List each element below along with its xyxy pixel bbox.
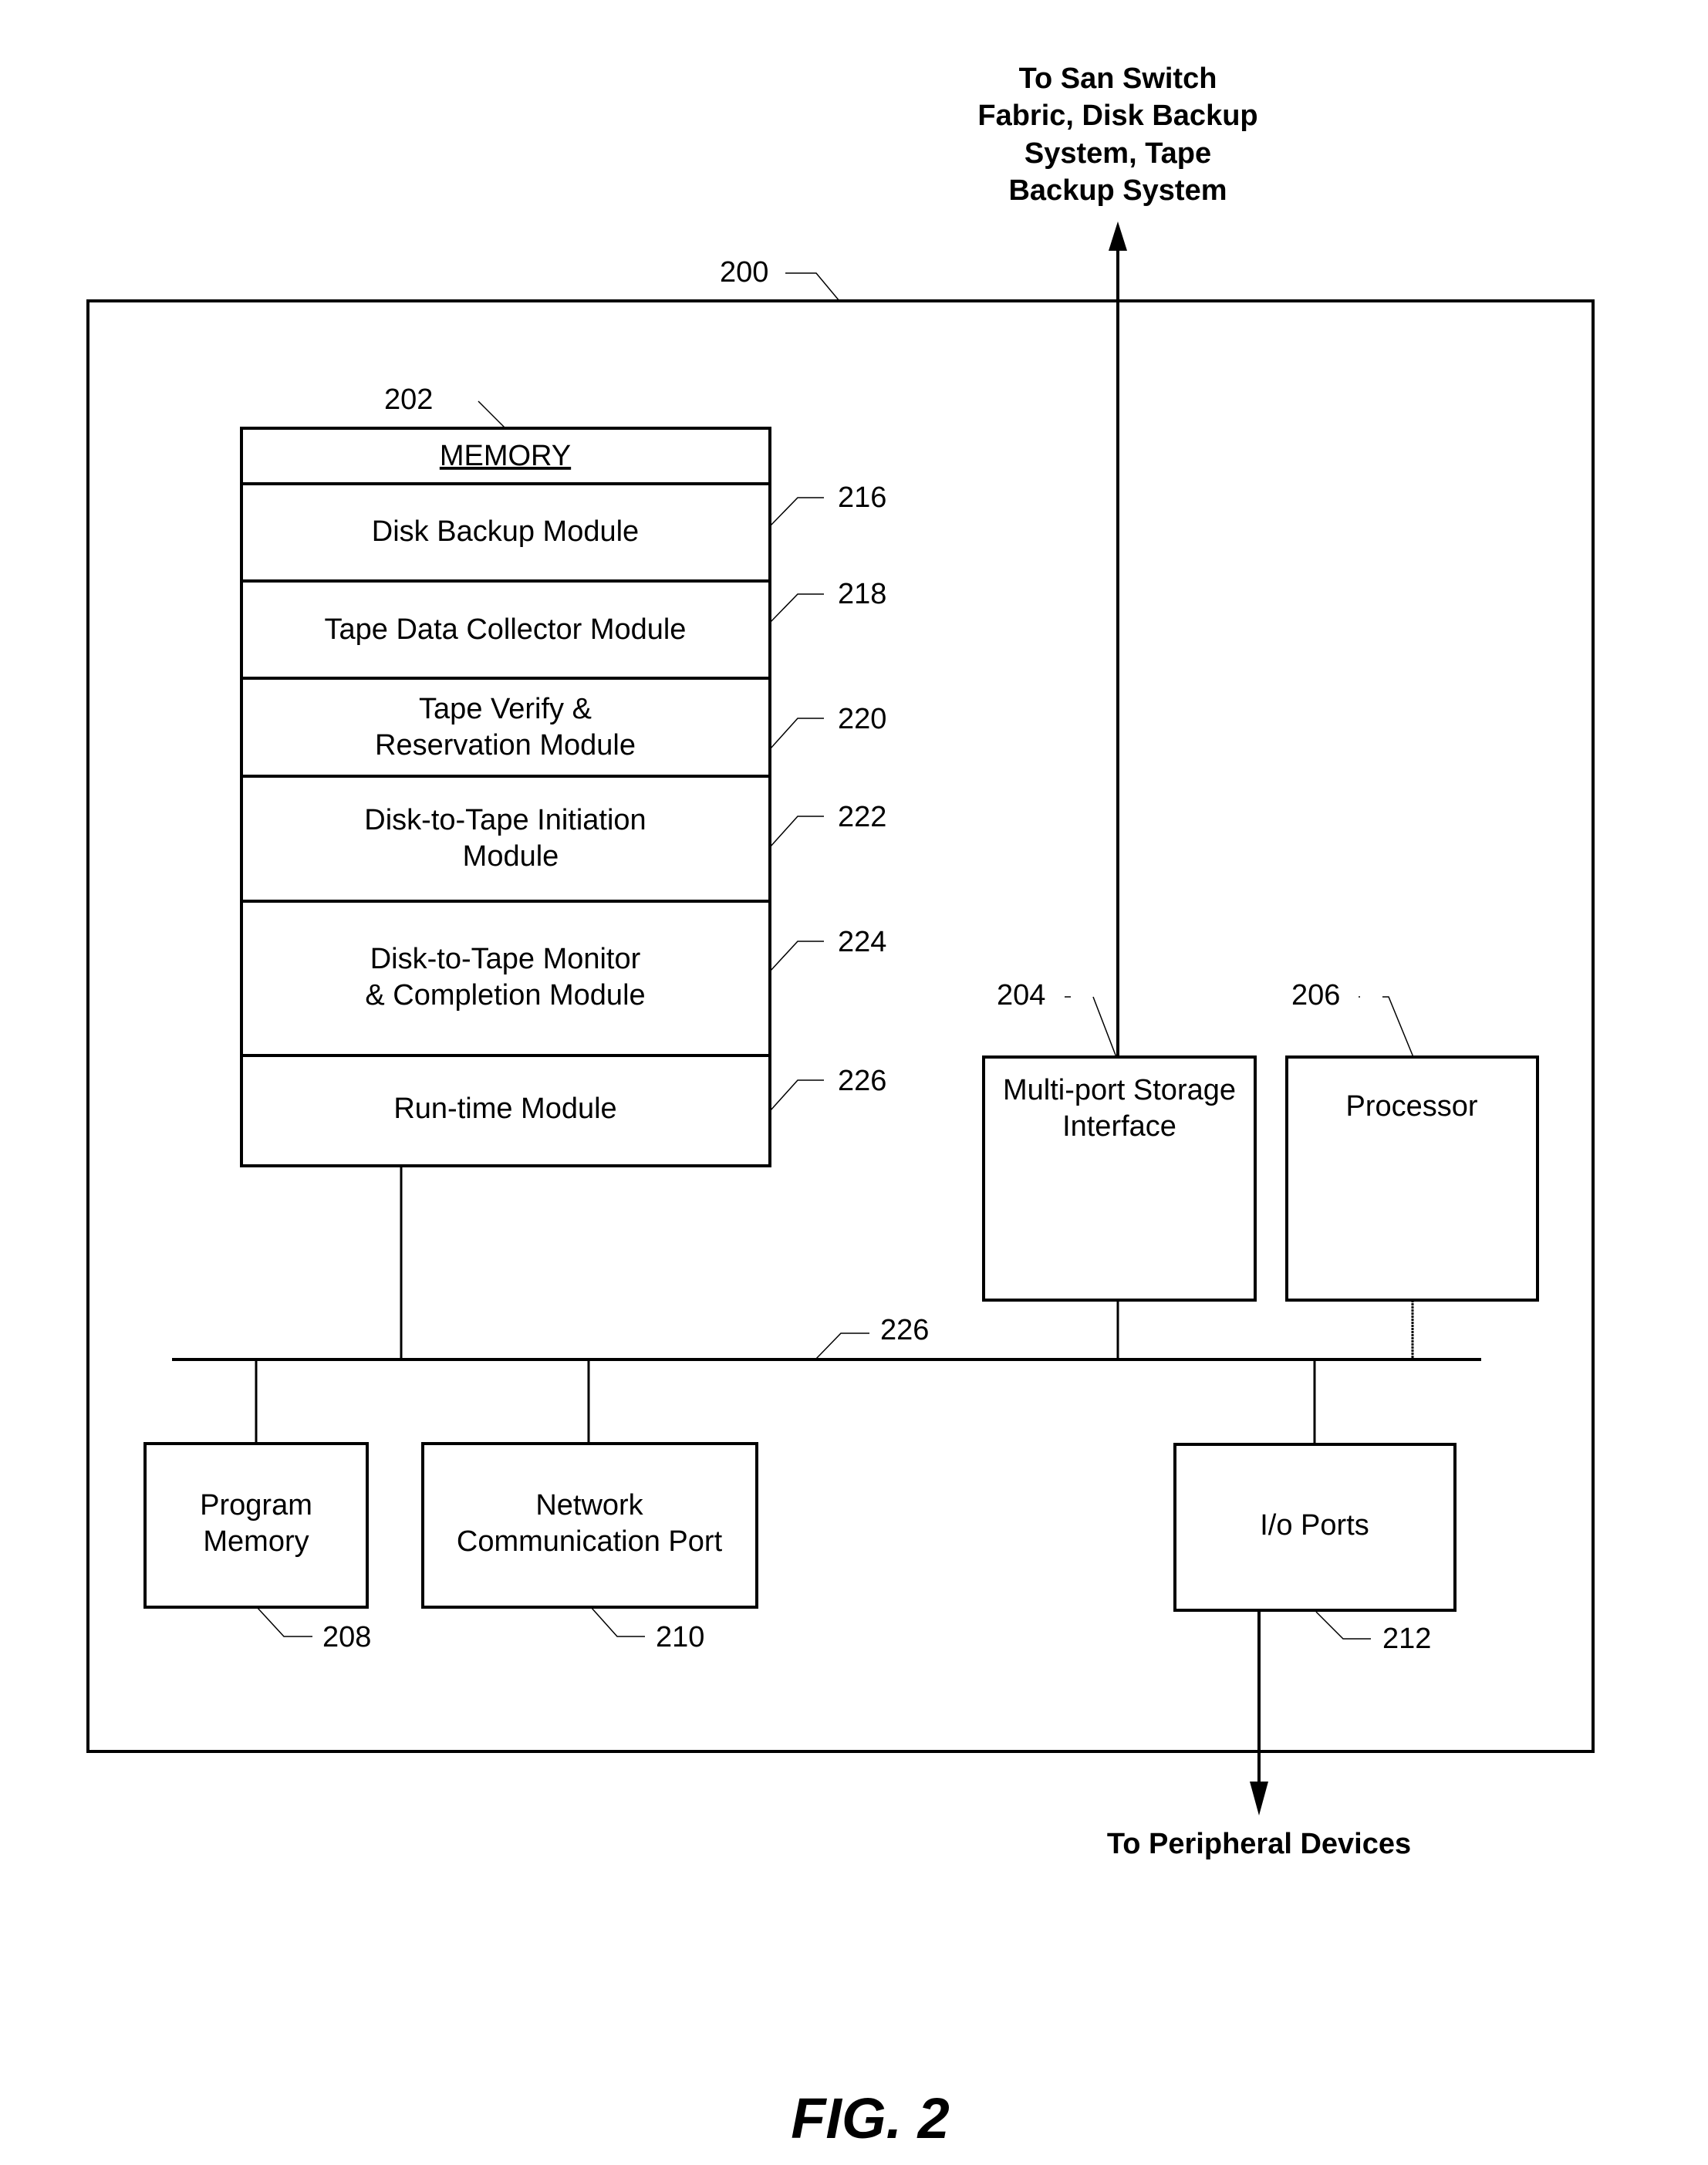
ref-220: 220 bbox=[838, 703, 886, 735]
ref-212: 212 bbox=[1382, 1623, 1431, 1655]
bus-ref-leader bbox=[815, 1332, 869, 1360]
processor-label: Processor bbox=[1345, 1090, 1477, 1123]
module-label-line-2: & Completion Module bbox=[365, 979, 645, 1012]
module-label: Tape Data Collector Module bbox=[325, 613, 687, 646]
external-peripheral-label: To Peripheral Devices bbox=[1107, 1828, 1411, 1860]
ref-206: 206 bbox=[1291, 979, 1340, 1012]
module-label-line-1: Disk-to-Tape Monitor bbox=[370, 943, 641, 975]
module-label-line-1: Tape Verify & bbox=[419, 693, 592, 725]
io-ports-block: I/o Ports 212 bbox=[1173, 1443, 1457, 1655]
external-san-line-4: Backup System bbox=[1008, 174, 1227, 207]
ref-226-bus: 226 bbox=[880, 1314, 929, 1346]
ref-216: 216 bbox=[838, 481, 886, 514]
ref-leader bbox=[769, 1079, 824, 1112]
ref-224: 224 bbox=[838, 926, 886, 958]
ref-226-runtime: 226 bbox=[838, 1065, 886, 1097]
module-label-line-2: Module bbox=[463, 840, 559, 873]
program-memory-label-line-1: Program bbox=[200, 1489, 312, 1522]
module-label: Run-time Module bbox=[393, 1093, 616, 1125]
ref-leader bbox=[769, 941, 824, 972]
ref-leader bbox=[769, 816, 824, 848]
network-port-label-line-1: Network bbox=[535, 1489, 643, 1522]
ref-202: 202 bbox=[384, 383, 433, 416]
external-san-label: To San Switch Fabric, Disk Backup System… bbox=[977, 62, 1257, 207]
processor-block: Processor 206 bbox=[1285, 979, 1539, 1302]
ref-leader bbox=[769, 497, 824, 527]
program-memory-label-line-2: Memory bbox=[203, 1525, 309, 1558]
module-label-line-2: Reservation Module bbox=[375, 729, 636, 762]
network-port-label-line-2: Communication Port bbox=[457, 1525, 723, 1558]
external-san-line-2: Fabric, Disk Backup bbox=[977, 100, 1257, 132]
ref-202-leader bbox=[478, 400, 506, 429]
program-memory-block: Program Memory 208 bbox=[143, 1442, 371, 1653]
io-ports-label: I/o Ports bbox=[1260, 1509, 1369, 1542]
ref-200-leader bbox=[785, 272, 840, 302]
module-label: Disk Backup Module bbox=[372, 515, 639, 548]
ref-leader bbox=[590, 1606, 645, 1637]
ref-218: 218 bbox=[838, 578, 886, 610]
external-san-line-3: System, Tape bbox=[1024, 137, 1211, 170]
ref-204: 204 bbox=[997, 979, 1045, 1012]
ref-200: 200 bbox=[720, 256, 768, 289]
ref-leader bbox=[1315, 1611, 1371, 1640]
ref-leader bbox=[769, 718, 824, 750]
ref-leader bbox=[256, 1606, 312, 1637]
ref-210: 210 bbox=[656, 1621, 704, 1653]
ref-leader bbox=[1092, 996, 1117, 1058]
network-port-block: Network Communication Port 210 bbox=[421, 1442, 758, 1653]
down-arrow-icon bbox=[1250, 1782, 1268, 1815]
figure-caption: FIG. 2 bbox=[791, 2086, 950, 2150]
up-arrow-icon bbox=[1109, 221, 1127, 251]
module-label-line-1: Disk-to-Tape Initiation bbox=[364, 804, 646, 836]
ref-leader bbox=[1382, 996, 1414, 1058]
ref-leader bbox=[769, 593, 824, 623]
ref-222: 222 bbox=[838, 801, 886, 833]
ref-208: 208 bbox=[322, 1621, 371, 1653]
external-san-line-1: To San Switch bbox=[1019, 62, 1217, 95]
block-diagram: To San Switch Fabric, Disk Backup System… bbox=[86, 62, 1595, 2150]
memory-title: MEMORY bbox=[440, 440, 571, 472]
storage-interface-label-line-2: Interface bbox=[1062, 1110, 1176, 1143]
storage-interface-label-line-1: Multi-port Storage bbox=[1003, 1074, 1236, 1106]
